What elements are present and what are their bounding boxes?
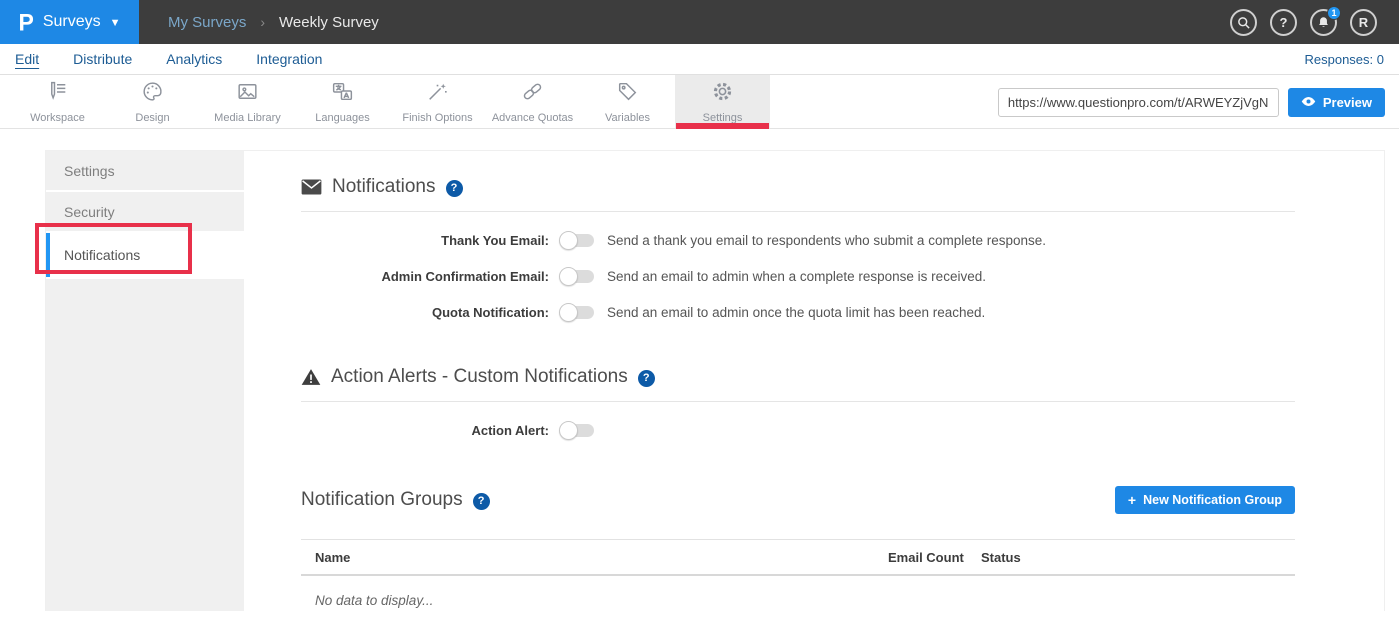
help-icon: ? <box>1280 15 1288 30</box>
survey-nav-row: Edit Distribute Analytics Integration Re… <box>0 44 1399 75</box>
settings-panel: Settings Security Notifications Notifica… <box>45 150 1385 611</box>
finish-options-wand-icon <box>425 79 450 109</box>
tab-distribute[interactable]: Distribute <box>73 51 132 67</box>
responses-count[interactable]: Responses: 0 <box>1305 52 1385 67</box>
toolbar-item-design[interactable]: Design <box>105 75 200 128</box>
empty-table-message: No data to display... <box>301 576 1295 608</box>
user-avatar[interactable]: R <box>1350 9 1377 36</box>
settings-gear-icon <box>710 79 735 109</box>
toggle-knob <box>559 231 578 250</box>
brand-label: Surveys <box>43 13 101 31</box>
quota-notification-row: Quota Notification: Send an email to adm… <box>301 305 1295 320</box>
warning-triangle-icon <box>301 368 321 386</box>
help-button[interactable]: ? <box>1270 9 1297 36</box>
advance-quotas-link-icon <box>520 79 545 109</box>
notifications-settings-main: Notifications ? Thank You Email: Send a … <box>244 151 1384 611</box>
column-header-email-count: Email Count <box>888 550 981 565</box>
column-header-name: Name <box>315 550 888 565</box>
toggle-knob <box>559 303 578 322</box>
toolbar-item-workspace[interactable]: Workspace <box>10 75 105 128</box>
admin-confirmation-email-label: Admin Confirmation Email: <box>301 269 549 284</box>
chevron-down-icon: ▼ <box>110 17 121 29</box>
action-alert-row: Action Alert: <box>301 423 1295 438</box>
eye-icon <box>1301 95 1316 110</box>
breadcrumb: My Surveys › Weekly Survey <box>168 14 379 31</box>
admin-confirmation-email-row: Admin Confirmation Email: Send an email … <box>301 269 1295 284</box>
breadcrumb-separator-icon: › <box>260 14 265 30</box>
thank-you-email-label: Thank You Email: <box>301 233 549 248</box>
notifications-section-title: Notifications <box>332 176 436 198</box>
toolbar-item-finish-options[interactable]: Finish Options <box>390 75 485 128</box>
plus-icon: + <box>1128 492 1136 508</box>
quota-notification-toggle[interactable] <box>563 306 594 319</box>
notification-groups-title: Notification Groups <box>301 489 463 511</box>
action-alerts-section-title: Action Alerts - Custom Notifications <box>331 366 628 388</box>
toolbar-item-variables[interactable]: Variables <box>580 75 675 128</box>
notification-groups-header: Notification Groups ? + New Notification… <box>301 486 1295 514</box>
table-header-row: Name Email Count Status <box>301 539 1295 576</box>
surveys-product-menu[interactable]: P Surveys ▼ <box>0 0 139 44</box>
toggle-knob <box>559 421 578 440</box>
edit-toolbar: Workspace Design Media Library Languages… <box>0 75 1399 129</box>
quota-notification-description: Send an email to admin once the quota li… <box>607 305 985 320</box>
toolbar-item-media-library[interactable]: Media Library <box>200 75 295 128</box>
toolbar-item-advance-quotas[interactable]: Advance Quotas <box>485 75 580 128</box>
toolbar-item-settings[interactable]: Settings <box>675 75 770 128</box>
search-icon <box>1236 15 1251 30</box>
envelope-icon <box>301 179 322 195</box>
toolbar-item-languages[interactable]: Languages <box>295 75 390 128</box>
tab-analytics[interactable]: Analytics <box>166 51 222 67</box>
notifications-help-icon[interactable]: ? <box>446 180 463 197</box>
design-palette-icon <box>140 79 165 109</box>
thank-you-email-description: Send a thank you email to respondents wh… <box>607 233 1046 248</box>
languages-icon <box>330 79 355 109</box>
survey-nav-tabs: Edit Distribute Analytics Integration <box>15 51 322 67</box>
action-alerts-section-header: Action Alerts - Custom Notifications ? <box>301 366 1295 388</box>
settings-annotation-underline <box>676 123 769 129</box>
workspace-icon <box>45 79 70 109</box>
notification-groups-help-icon[interactable]: ? <box>473 493 490 510</box>
sidebar-filler <box>46 279 244 611</box>
survey-url-input[interactable] <box>998 88 1279 117</box>
tab-integration[interactable]: Integration <box>256 51 322 67</box>
notifications-section-header: Notifications ? <box>301 176 1295 198</box>
sidebar-item-settings[interactable]: Settings <box>46 151 244 190</box>
sidebar-item-notifications[interactable]: Notifications <box>46 233 244 277</box>
preview-button[interactable]: Preview <box>1288 88 1385 117</box>
settings-sidebar: Settings Security Notifications <box>46 151 244 611</box>
avatar-initial: R <box>1359 15 1368 30</box>
tab-edit[interactable]: Edit <box>15 51 39 67</box>
action-alert-label: Action Alert: <box>301 423 549 438</box>
toggle-knob <box>559 267 578 286</box>
action-alert-toggle[interactable] <box>563 424 594 437</box>
topbar-actions: ? 1 R <box>1230 9 1377 36</box>
media-library-icon <box>235 79 260 109</box>
search-button[interactable] <box>1230 9 1257 36</box>
divider <box>301 401 1295 402</box>
thank-you-email-row: Thank You Email: Send a thank you email … <box>301 233 1295 248</box>
divider <box>301 211 1295 212</box>
thank-you-email-toggle[interactable] <box>563 234 594 247</box>
notifications-button[interactable]: 1 <box>1310 9 1337 36</box>
notification-count-badge: 1 <box>1327 6 1341 20</box>
admin-confirmation-email-toggle[interactable] <box>563 270 594 283</box>
variables-tag-icon <box>615 79 640 109</box>
breadcrumb-my-surveys[interactable]: My Surveys <box>168 14 246 31</box>
top-bar: P Surveys ▼ My Surveys › Weekly Survey ?… <box>0 0 1399 44</box>
sidebar-item-security[interactable]: Security <box>46 192 244 231</box>
column-header-status: Status <box>981 550 1281 565</box>
quota-notification-label: Quota Notification: <box>301 305 549 320</box>
action-alerts-help-icon[interactable]: ? <box>638 370 655 387</box>
breadcrumb-current-survey: Weekly Survey <box>279 14 379 31</box>
toolbar-right: Preview <box>998 75 1385 129</box>
questionpro-logo-icon: P <box>18 10 33 34</box>
notification-groups-table: Name Email Count Status No data to displ… <box>301 539 1295 608</box>
admin-confirmation-email-description: Send an email to admin when a complete r… <box>607 269 986 284</box>
new-notification-group-button[interactable]: + New Notification Group <box>1115 486 1295 514</box>
